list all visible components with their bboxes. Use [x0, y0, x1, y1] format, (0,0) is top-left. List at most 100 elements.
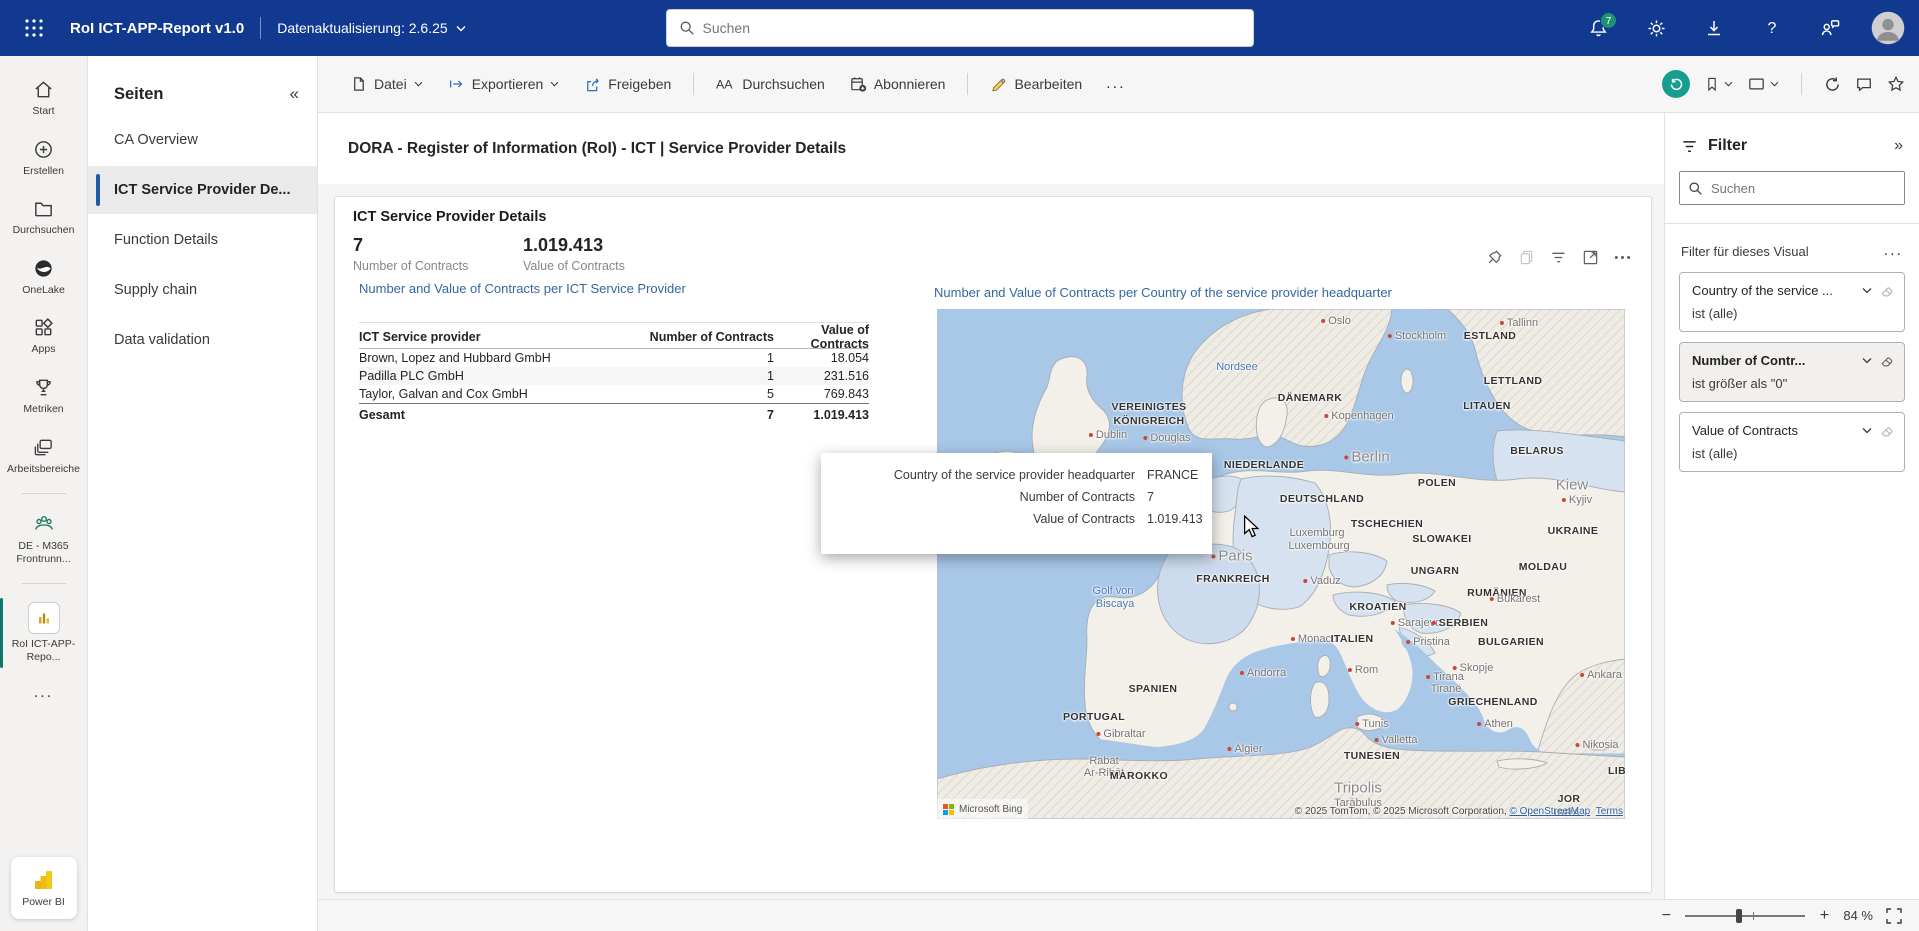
file-menu[interactable]: Datei — [340, 68, 433, 100]
map-visual[interactable]: NordseeGolf vonBiscayaOsloStockholmTalli… — [937, 309, 1625, 819]
eraser-icon[interactable] — [1880, 424, 1894, 438]
filter-search-input[interactable] — [1711, 181, 1896, 196]
capital-dot — [1143, 436, 1147, 440]
toolbar-divider — [1801, 73, 1802, 95]
page-item-ca-overview[interactable]: CA Overview — [88, 116, 317, 164]
export-menu[interactable]: Exportieren — [437, 69, 570, 99]
search-input[interactable] — [703, 20, 1241, 36]
file-icon — [350, 75, 367, 93]
sidebar-item-durchsuchen[interactable]: Durchsuchen — [0, 189, 88, 245]
page-item-data-validation[interactable]: Data validation — [88, 316, 317, 364]
table-row[interactable]: Padilla PLC GmbH 1 231.516 — [359, 367, 869, 385]
map-label: Vaduz — [1303, 575, 1340, 587]
rail-more-button[interactable]: ... — [34, 684, 53, 702]
terms-link[interactable]: Terms — [1596, 806, 1623, 817]
feedback-button[interactable] — [1813, 11, 1847, 45]
product-switcher-powerbi[interactable]: Power BI — [11, 857, 77, 919]
column-header[interactable]: Value of Contracts — [774, 323, 869, 351]
capital-dot — [1348, 668, 1352, 672]
sidebar-item-arbeitsbereiche[interactable]: Arbeitsbereiche — [0, 428, 88, 484]
cell-provider: Brown, Lopez and Hubbard GmbH — [359, 351, 609, 365]
chevron-down-icon[interactable] — [1862, 287, 1872, 294]
chevron-down-icon[interactable] — [1862, 357, 1872, 364]
table-row[interactable]: Brown, Lopez and Hubbard GmbH 1 18.054 — [359, 349, 869, 367]
page-item-function-details[interactable]: Function Details — [88, 216, 317, 264]
refresh-button[interactable] — [1824, 76, 1841, 93]
sidebar-item-metriken[interactable]: Metriken — [0, 368, 88, 424]
filter-icon[interactable] — [1550, 250, 1567, 265]
browse-button[interactable]: AA Durchsuchen — [706, 69, 835, 99]
page-item-supply-chain[interactable]: Supply chain — [88, 266, 317, 314]
more-options-icon[interactable] — [1614, 255, 1631, 260]
filter-pane: Filter » Filter für dieses Visual ... — [1664, 113, 1919, 899]
help-button[interactable]: ? — [1755, 11, 1789, 45]
filter-search[interactable] — [1679, 171, 1905, 205]
sidebar-item-roi-report[interactable]: RoI ICT-APP-Repo... — [0, 594, 88, 671]
kpi-label: Number of Contracts — [353, 259, 468, 273]
collapse-filter-icon[interactable]: » — [1894, 137, 1903, 155]
bookmarks-button[interactable] — [1704, 75, 1733, 93]
capital-dot — [1391, 621, 1395, 625]
filter-card-value-of-contracts[interactable]: Value of Contracts ist (alle) — [1679, 412, 1905, 472]
comments-button[interactable] — [1855, 76, 1873, 93]
map-label: Kiew — [1556, 477, 1589, 494]
zoom-in-button[interactable]: + — [1817, 907, 1831, 925]
chevron-down-icon — [1770, 81, 1779, 87]
zoom-out-button[interactable]: − — [1659, 907, 1673, 925]
eraser-icon[interactable] — [1880, 354, 1894, 368]
fit-to-page-icon[interactable] — [1885, 907, 1903, 925]
view-button[interactable] — [1747, 76, 1779, 92]
filter-card-number-of-contracts[interactable]: Number of Contr... ist größer als "0" — [1679, 342, 1905, 402]
sidebar-item-start[interactable]: Start — [0, 70, 88, 126]
pin-icon[interactable] — [1486, 249, 1503, 266]
focus-mode-icon[interactable] — [1582, 249, 1599, 266]
slider-handle[interactable] — [1736, 909, 1742, 923]
cell-value: 18.054 — [774, 351, 869, 365]
map-label: Gibraltar — [1096, 728, 1145, 740]
filter-section-more[interactable]: ... — [1884, 242, 1903, 260]
capital-dot — [1453, 666, 1457, 670]
copy-icon[interactable] — [1518, 249, 1535, 266]
subscribe-button[interactable]: Abonnieren — [839, 68, 956, 100]
sidebar-item-apps[interactable]: Apps — [0, 308, 88, 364]
toolbar-more-button[interactable]: ... — [1096, 75, 1135, 93]
sidebar-item-de-m365[interactable]: DE - M365 Frontrunn... — [0, 504, 88, 573]
data-refresh-dropdown[interactable]: Datenaktualisierung: 2.6.25 — [277, 20, 465, 36]
kpi-value-of-contracts: 1.019.413 Value of Contracts — [523, 235, 625, 273]
export-label: Exportieren — [472, 76, 544, 92]
notifications-button[interactable]: 7 — [1581, 11, 1615, 45]
collapse-pages-icon[interactable]: « — [290, 84, 299, 104]
settings-button[interactable] — [1639, 11, 1673, 45]
reset-filters-button[interactable] — [1662, 70, 1690, 98]
cell-number: 5 — [609, 387, 774, 401]
sidebar-item-erstellen[interactable]: Erstellen — [0, 130, 88, 186]
share-button[interactable]: Freigeben — [573, 69, 681, 100]
capital-dot — [1562, 498, 1566, 502]
map-label: SLOWAKEI — [1412, 533, 1471, 545]
table-row[interactable]: Taylor, Galvan and Cox GmbH 5 769.843 — [359, 385, 869, 403]
eraser-icon[interactable] — [1880, 284, 1894, 298]
edit-button[interactable]: Bearbeiten — [980, 69, 1092, 100]
avatar[interactable] — [1871, 11, 1905, 45]
page-item-ict-service-provider[interactable]: ICT Service Provider De... — [88, 166, 317, 214]
cell-number: 1 — [609, 351, 774, 365]
chevron-down-icon — [550, 81, 559, 87]
sidebar-item-label: Apps — [32, 343, 56, 356]
download-button[interactable] — [1697, 11, 1731, 45]
filter-card-country[interactable]: Country of the service ... ist (alle) — [1679, 272, 1905, 332]
zoom-slider[interactable] — [1685, 909, 1805, 923]
sidebar-item-onelake[interactable]: OneLake — [0, 249, 88, 305]
bing-logo[interactable]: Microsoft Bing — [937, 799, 1028, 819]
favorite-button[interactable] — [1887, 75, 1905, 93]
star-icon — [1887, 75, 1905, 93]
chevron-down-icon[interactable] — [1862, 427, 1872, 434]
openstreetmap-link[interactable]: © OpenStreetMap — [1509, 806, 1590, 817]
column-header[interactable]: Number of Contracts — [609, 330, 774, 344]
filter-field-name: Number of Contr... — [1692, 353, 1854, 368]
filter-pane-icon — [1681, 139, 1698, 154]
app-launcher-icon[interactable] — [12, 6, 56, 50]
slider-notch — [1753, 912, 1754, 920]
column-header[interactable]: ICT Service provider — [359, 330, 609, 344]
global-search[interactable] — [666, 9, 1254, 47]
table-total-row: Gesamt 7 1.019.413 — [359, 403, 869, 425]
